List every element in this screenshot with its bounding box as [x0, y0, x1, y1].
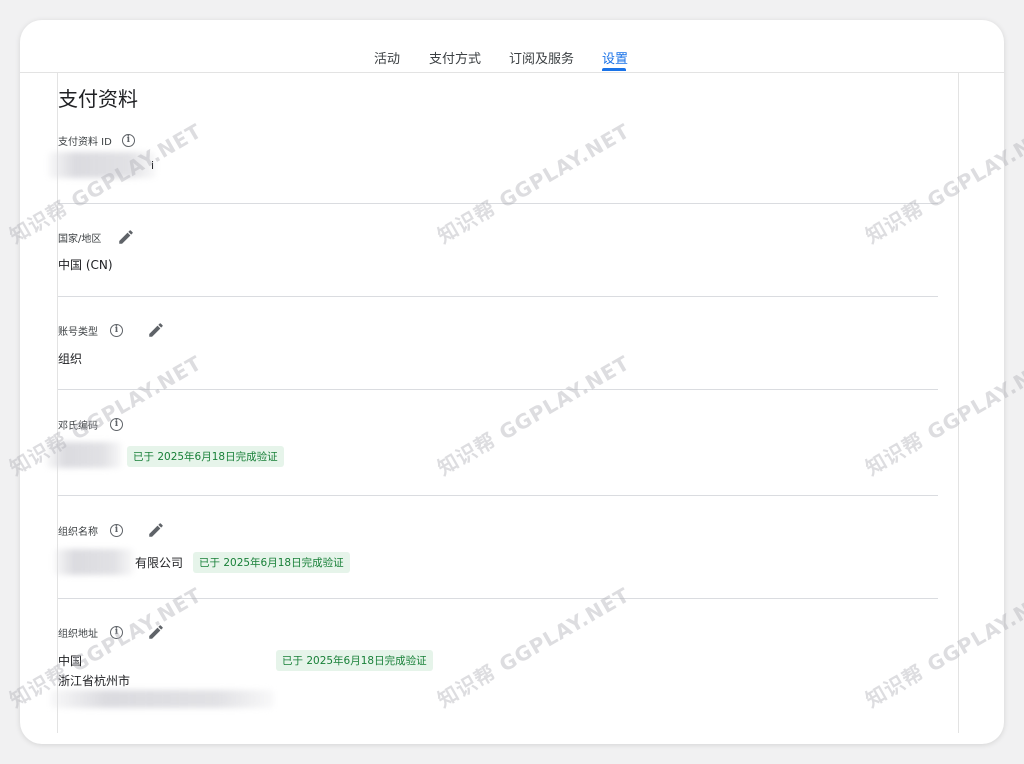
org-name-value-suffix: 有限公司: [135, 556, 184, 570]
info-icon[interactable]: i: [110, 523, 123, 537]
tab-subscriptions[interactable]: 订阅及服务: [509, 48, 574, 67]
divider: [58, 389, 938, 390]
profile-id-label: 支付资料 ID: [58, 136, 112, 148]
page-title: 支付资料: [58, 87, 138, 111]
content-right-border: [958, 73, 959, 733]
redacted-org-name: [54, 549, 134, 575]
payment-profile-card: 活动 支付方式 订阅及服务 设置 支付资料 支付资料 ID i i 国家/地区 …: [20, 20, 1004, 744]
info-icon[interactable]: i: [110, 625, 123, 639]
redacted-street-address: [50, 690, 274, 708]
org-address-verified-badge: 已于 2025年6月18日完成验证: [276, 650, 433, 671]
tab-settings[interactable]: 设置: [602, 48, 628, 67]
tab-payment-methods[interactable]: 支付方式: [429, 48, 481, 67]
redacted-profile-id: [48, 152, 156, 178]
profile-id-value-suffix: i: [151, 159, 155, 172]
org-address-line2: 浙江省杭州市: [58, 674, 131, 688]
account-type-value: 组织: [58, 352, 83, 366]
org-address-label: 组织地址: [58, 628, 98, 640]
account-type-label: 账号类型: [58, 326, 98, 338]
divider: [58, 296, 938, 297]
divider: [58, 203, 938, 204]
country-label: 国家/地区: [58, 233, 102, 245]
divider: [58, 598, 938, 599]
info-icon[interactable]: i: [121, 133, 135, 147]
tab-bar: 活动 支付方式 订阅及服务 设置: [20, 20, 1004, 73]
org-name-label: 组织名称: [58, 526, 98, 538]
duns-label: 邓氏编码: [58, 420, 98, 432]
pencil-icon[interactable]: [147, 623, 165, 641]
info-icon[interactable]: i: [110, 323, 123, 337]
org-name-verified-badge: 已于 2025年6月18日完成验证: [193, 552, 350, 573]
pencil-icon[interactable]: [147, 321, 165, 339]
pencil-icon[interactable]: [147, 521, 165, 539]
tab-activity[interactable]: 活动: [374, 48, 400, 67]
pencil-icon[interactable]: [117, 228, 135, 246]
divider: [58, 495, 938, 496]
active-tab-indicator: [602, 68, 626, 71]
info-icon[interactable]: i: [110, 417, 123, 431]
org-address-line1: 中国: [58, 654, 83, 668]
country-value: 中国 (CN): [58, 258, 113, 272]
redacted-duns-number: [46, 442, 122, 468]
duns-verified-badge: 已于 2025年6月18日完成验证: [127, 446, 284, 467]
